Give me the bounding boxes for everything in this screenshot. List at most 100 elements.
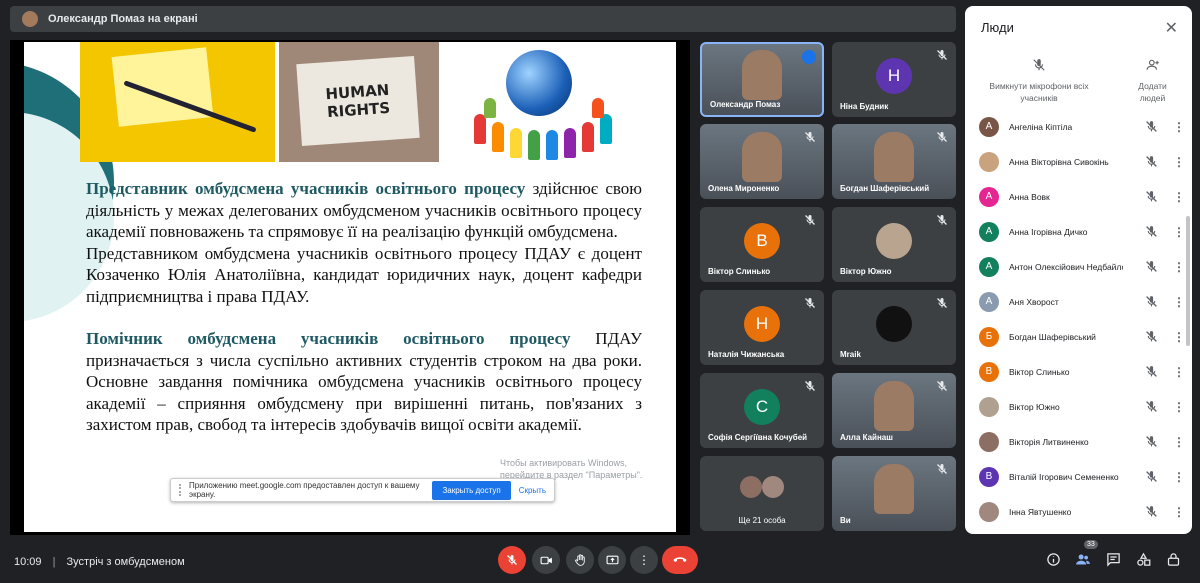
participant-tile[interactable]: Ви xyxy=(832,456,956,531)
participant-name: Ніна Будник xyxy=(840,102,889,111)
person-name: Віталій Ігорович Семененко xyxy=(1009,471,1119,482)
participant-name: Олександр Помаз xyxy=(710,100,781,109)
participant-name: Софія Сергіївна Кочубей xyxy=(708,433,808,442)
people-button[interactable] xyxy=(1072,548,1094,570)
add-people-button[interactable]: Додати людей xyxy=(1130,58,1175,104)
person-row[interactable]: В Віталій Ігорович Семененко ⋮ xyxy=(965,459,1192,494)
mic-off-icon[interactable] xyxy=(1145,400,1159,414)
add-person-icon xyxy=(1130,58,1175,74)
mic-off-icon xyxy=(936,130,948,142)
participant-name: Віктор Южно xyxy=(840,267,892,276)
participant-tile[interactable]: Алла Кайнаш xyxy=(832,373,956,448)
participant-name: Наталія Чижанська xyxy=(708,350,785,359)
meeting-info: 10:09 | Зустріч з омбудсменом xyxy=(14,556,185,568)
participant-name: Алла Кайнаш xyxy=(840,433,893,442)
person-avatar: А xyxy=(979,221,999,242)
hide-link[interactable]: Скрыть xyxy=(519,486,546,495)
participant-tile[interactable]: В Віктор Слинько xyxy=(700,207,824,282)
more-vert-icon[interactable]: ⋮ xyxy=(1173,435,1185,449)
person-row[interactable]: А Анна Ігорівна Дичко ⋮ xyxy=(965,214,1192,249)
mic-off-icon xyxy=(936,462,948,474)
more-vert-icon[interactable]: ⋮ xyxy=(1173,120,1185,134)
mic-off-icon[interactable] xyxy=(1145,470,1159,484)
mic-off-icon xyxy=(979,58,1099,74)
mic-off-icon[interactable] xyxy=(1145,190,1159,204)
clock: 10:09 xyxy=(14,555,42,568)
person-avatar: В xyxy=(979,361,999,382)
more-vert-icon[interactable]: ⋮ xyxy=(1173,365,1185,379)
more-vert-icon[interactable]: ⋮ xyxy=(1173,155,1185,169)
mic-toggle-button[interactable] xyxy=(498,546,526,574)
participant-tile[interactable]: С Софія Сергіївна Кочубей xyxy=(700,373,824,448)
more-vert-icon[interactable]: ⋮ xyxy=(1173,470,1185,484)
participant-tile[interactable]: Віктор Южно xyxy=(832,207,956,282)
slide-image-globe-people xyxy=(444,42,676,162)
meeting-details-button[interactable] xyxy=(1042,548,1064,570)
mic-off-icon xyxy=(507,555,517,565)
person-row[interactable]: Віктор Южно ⋮ xyxy=(965,389,1192,424)
host-controls-button[interactable] xyxy=(1162,548,1184,570)
stop-sharing-button[interactable]: Закрыть доступ xyxy=(432,480,511,500)
mic-off-icon[interactable] xyxy=(1145,330,1159,344)
participant-tile[interactable]: Богдан Шаферівський xyxy=(832,124,956,199)
person-row[interactable]: А Аня Хворост ⋮ xyxy=(965,284,1192,319)
mic-off-icon xyxy=(804,296,816,308)
leave-call-button[interactable] xyxy=(662,546,698,574)
more-vert-icon[interactable]: ⋮ xyxy=(1173,400,1185,414)
person-row[interactable]: А Анна Вовк ⋮ xyxy=(965,179,1192,214)
mic-off-icon[interactable] xyxy=(1145,260,1159,274)
mic-off-icon xyxy=(936,379,948,391)
scrollbar[interactable] xyxy=(1186,216,1190,346)
mic-off-icon[interactable] xyxy=(1145,365,1159,379)
drag-handle[interactable] xyxy=(179,484,183,496)
person-row[interactable]: Анна Вікторівна Сивокінь ⋮ xyxy=(965,144,1192,179)
person-row[interactable]: Б Богдан Шаферівський ⋮ xyxy=(965,319,1192,354)
mic-off-icon[interactable] xyxy=(1145,225,1159,239)
hang-up-icon xyxy=(673,557,687,562)
mic-off-icon[interactable] xyxy=(1145,295,1159,309)
participant-tile[interactable]: Олена Мироненко xyxy=(700,124,824,199)
participant-photo xyxy=(876,222,912,259)
mic-off-icon[interactable] xyxy=(1145,435,1159,449)
more-vert-icon[interactable]: ⋮ xyxy=(1173,260,1185,274)
slide-paragraph-3: Помічник омбудсмена учасників освітнього… xyxy=(86,329,642,434)
person-row[interactable]: А Антон Олексійович Недбайло ⋮ xyxy=(965,249,1192,284)
participant-video-figure xyxy=(874,380,914,431)
more-vert-icon[interactable]: ⋮ xyxy=(1173,505,1185,519)
chat-button[interactable] xyxy=(1102,548,1124,570)
mic-off-icon[interactable] xyxy=(1145,120,1159,134)
person-row[interactable]: Вікторія Литвиненко ⋮ xyxy=(965,424,1192,459)
person-name: Аня Хворост xyxy=(1009,296,1059,307)
close-icon[interactable]: ✕ xyxy=(1165,18,1178,38)
more-vert-icon[interactable]: ⋮ xyxy=(1173,190,1185,204)
participant-name: Mraik xyxy=(840,350,861,359)
mic-off-icon xyxy=(804,379,816,391)
person-avatar xyxy=(979,396,999,417)
person-row[interactable]: А Ангеліна Кіптіла ⋮ xyxy=(965,109,1192,144)
mic-off-icon[interactable] xyxy=(1145,155,1159,169)
activities-button[interactable] xyxy=(1132,548,1154,570)
more-options-button[interactable]: ⋮ xyxy=(630,546,658,574)
person-row[interactable]: В Віктор Слинько ⋮ xyxy=(965,354,1192,389)
participant-tile[interactable]: Н Ніна Будник xyxy=(832,42,956,117)
mute-all-button[interactable]: Вимкнути мікрофони всіх учасників xyxy=(979,58,1099,104)
participant-tile[interactable]: Ще 21 особа xyxy=(700,456,824,531)
participant-tile[interactable]: Н Наталія Чижанська xyxy=(700,290,824,365)
present-screen-button[interactable] xyxy=(598,546,626,574)
participant-video-figure xyxy=(874,463,914,514)
participant-tile[interactable]: Mraik xyxy=(832,290,956,365)
more-vert-icon[interactable]: ⋮ xyxy=(1173,330,1185,344)
raise-hand-button[interactable] xyxy=(566,546,594,574)
participant-group-avatar xyxy=(762,475,784,498)
person-row[interactable]: Інна Явтушенко ⋮ xyxy=(965,494,1192,529)
add-people-label: Додати людей xyxy=(1138,81,1167,103)
more-vert-icon[interactable]: ⋮ xyxy=(1173,225,1185,239)
participant-video-figure xyxy=(742,131,782,182)
presenter-avatar xyxy=(22,11,38,27)
info-icon xyxy=(1046,552,1060,566)
more-vert-icon[interactable]: ⋮ xyxy=(1173,295,1185,309)
participant-tile[interactable]: Олександр Помаз xyxy=(700,42,824,117)
mic-off-icon[interactable] xyxy=(1145,505,1159,519)
presentation-stage: HUMAN RIGHTS Представник омбудсмена учас… xyxy=(10,40,690,535)
camera-toggle-button[interactable] xyxy=(532,546,560,574)
